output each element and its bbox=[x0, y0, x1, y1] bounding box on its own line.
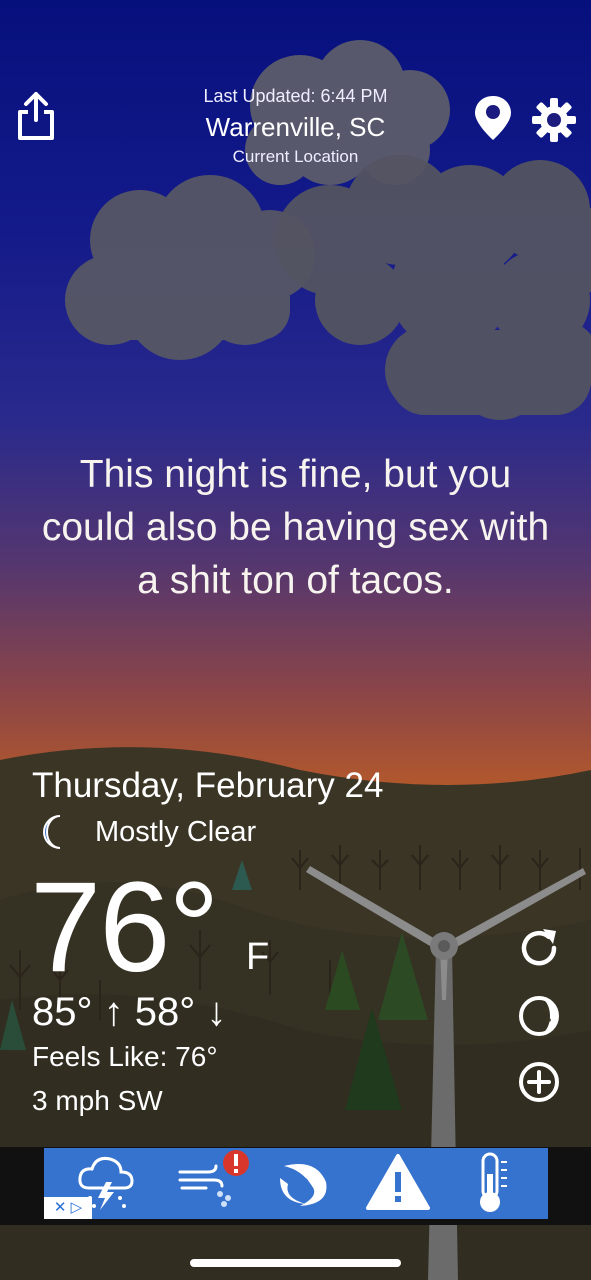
weather-screen: Last Updated: 6:44 PM Warrenville, SC Cu… bbox=[0, 0, 591, 1280]
condition-label: Mostly Clear bbox=[95, 816, 257, 848]
weather-quote: This night is fine, but you could also b… bbox=[41, 453, 550, 602]
hurricane-icon bbox=[280, 1164, 327, 1206]
moon-icon bbox=[43, 815, 61, 849]
thermometer-icon bbox=[480, 1152, 507, 1212]
home-indicator[interactable] bbox=[190, 1259, 401, 1267]
location-subtitle: Current Location bbox=[232, 147, 359, 166]
ad-banner[interactable]: ✕ ▷ bbox=[44, 1148, 548, 1219]
date-label: Thursday, February 24 bbox=[32, 766, 384, 805]
temperature-unit[interactable]: F bbox=[246, 936, 269, 979]
moon-phase-button[interactable] bbox=[516, 993, 562, 1039]
ad-choices-badge[interactable]: ✕ ▷ bbox=[44, 1197, 92, 1219]
add-location-button[interactable] bbox=[516, 1059, 562, 1105]
plus-circle-icon bbox=[519, 1062, 559, 1102]
refresh-button[interactable] bbox=[516, 925, 562, 971]
location-pin-icon bbox=[475, 96, 511, 140]
cloud-cluster-right bbox=[275, 155, 591, 420]
feels-like-text: Feels Like: 76° bbox=[32, 1041, 218, 1072]
moon-phase-icon bbox=[519, 996, 559, 1036]
wind-alert-icon bbox=[178, 1150, 249, 1207]
refresh-icon bbox=[521, 929, 557, 966]
settings-button[interactable] bbox=[530, 96, 578, 144]
warning-icon bbox=[366, 1154, 430, 1210]
high-low-temperature: 85° ↑ 58° ↓ bbox=[32, 990, 227, 1034]
gear-icon bbox=[532, 98, 576, 142]
location-button[interactable] bbox=[472, 94, 514, 142]
cloud-cluster-left bbox=[65, 175, 315, 360]
current-temperature: 76° bbox=[30, 856, 220, 999]
wind-text: 3 mph SW bbox=[32, 1085, 163, 1116]
ad-icons bbox=[78, 1150, 507, 1212]
